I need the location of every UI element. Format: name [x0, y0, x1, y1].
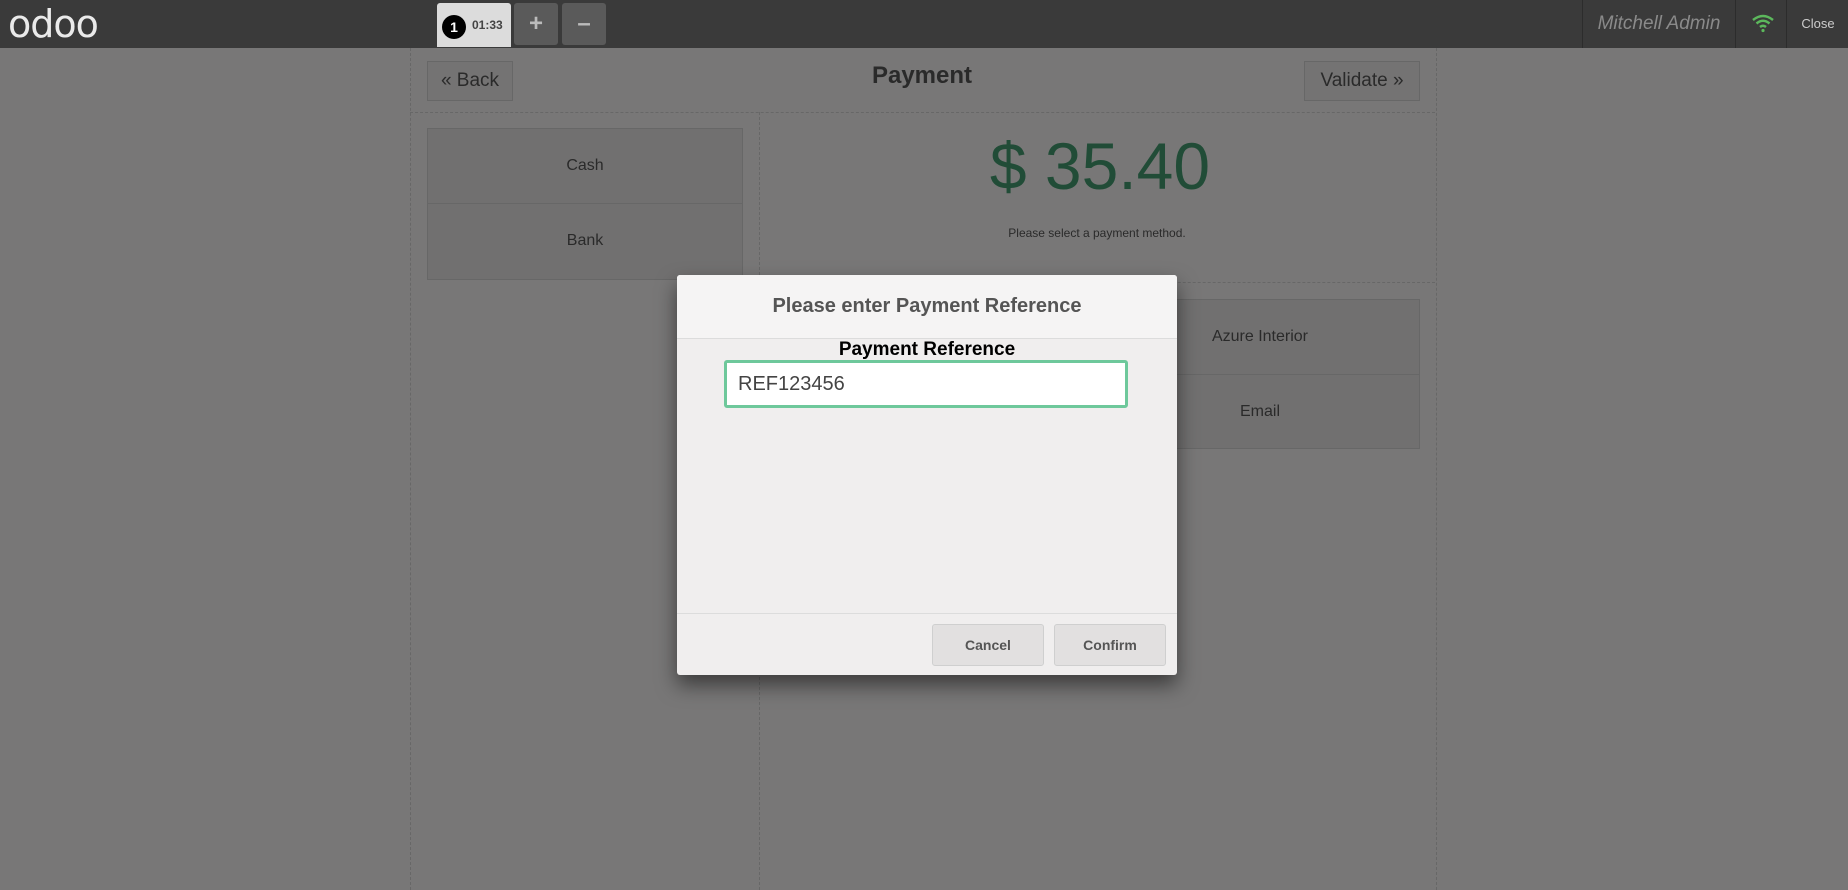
dialog-footer: Cancel Confirm [677, 613, 1177, 675]
remove-order-button[interactable]: – [562, 3, 606, 45]
cancel-button[interactable]: Cancel [932, 624, 1044, 666]
wifi-icon[interactable] [1752, 13, 1774, 33]
user-name[interactable]: Mitchell Admin [1582, 0, 1736, 48]
order-number-badge: 1 [442, 15, 466, 39]
odoo-logo: odoo [8, 2, 99, 46]
order-tab[interactable]: 1 01:33 [437, 3, 511, 47]
plus-icon: + [528, 10, 543, 37]
confirm-button[interactable]: Confirm [1054, 624, 1166, 666]
dialog-title: Please enter Payment Reference [677, 275, 1177, 339]
close-button[interactable]: Close [1786, 0, 1848, 48]
minus-icon: – [577, 10, 591, 37]
payment-reference-input[interactable] [724, 360, 1128, 408]
add-order-button[interactable]: + [514, 3, 558, 45]
payment-reference-dialog: Please enter Payment Reference Payment R… [677, 275, 1177, 675]
top-bar: odoo 1 01:33 + – Mitchell Admin Close [0, 0, 1848, 48]
order-time: 01:33 [472, 18, 503, 32]
payment-reference-label: Payment Reference [838, 339, 1016, 360]
